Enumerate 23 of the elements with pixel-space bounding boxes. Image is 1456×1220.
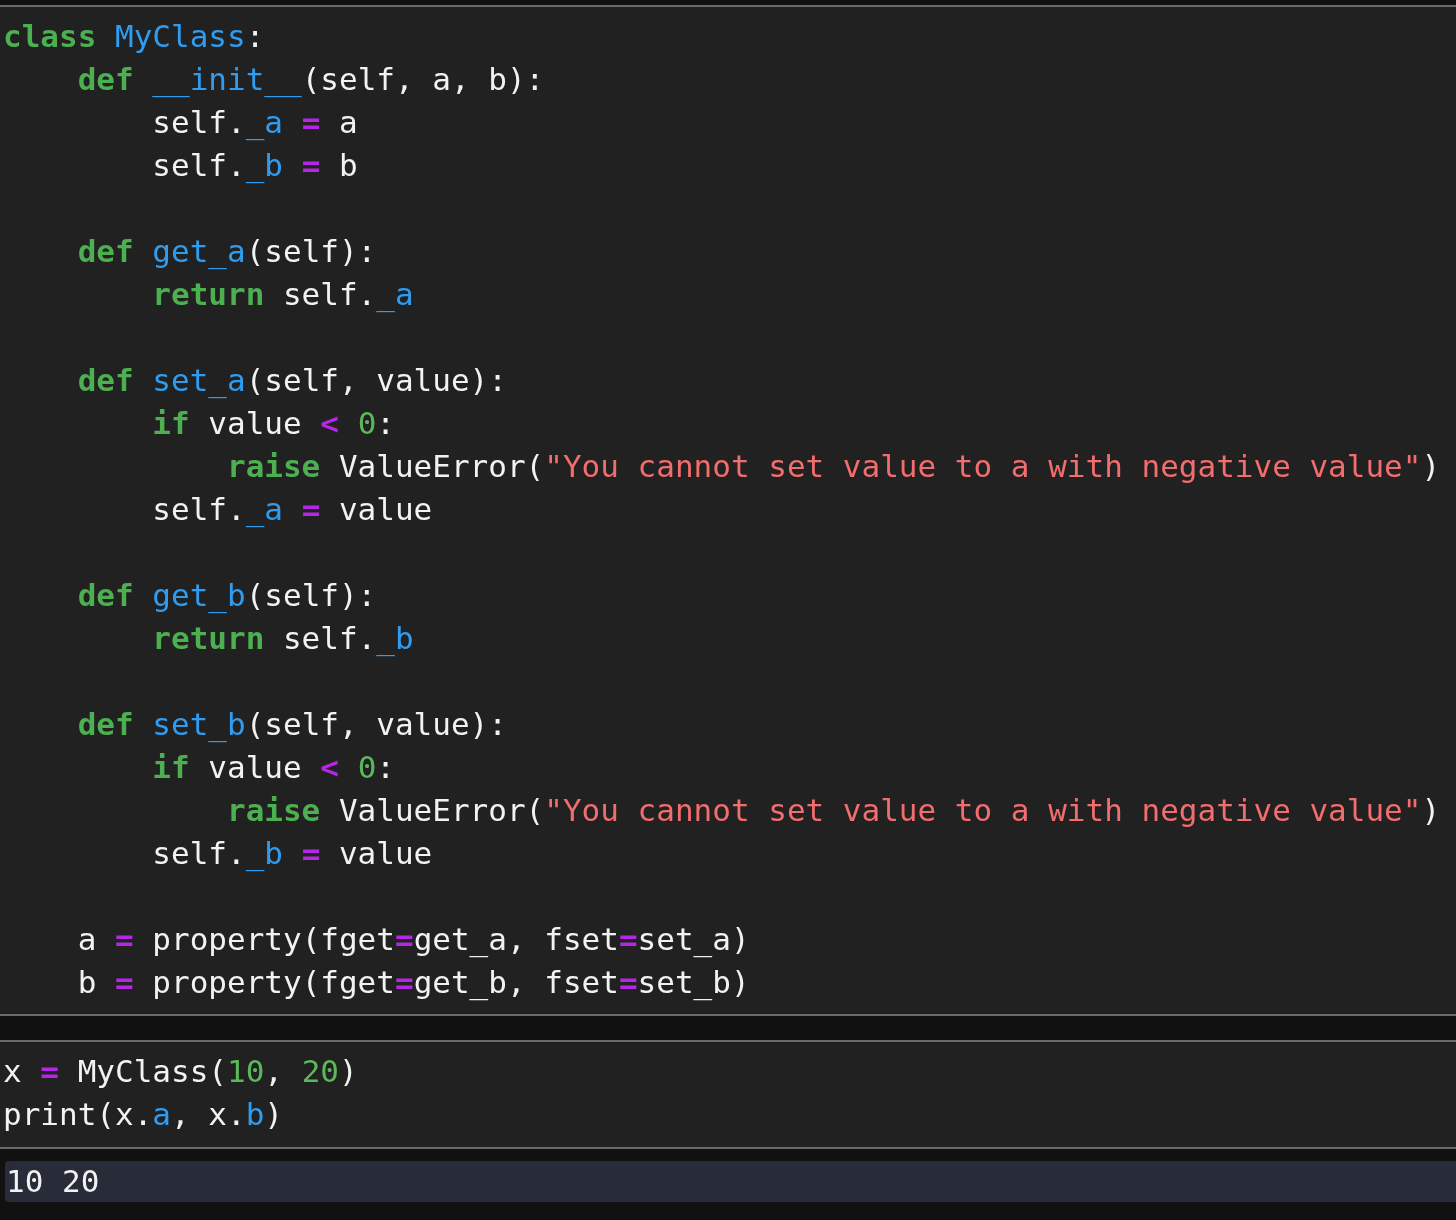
code-line: return self._a — [151, 275, 414, 315]
code-line: x = MyClass(10, 20) — [2, 1052, 358, 1091]
cell-output: 10 20 — [5, 1161, 1456, 1202]
code-cell[interactable]: x = MyClass(10, 20) print(x.a, x.b) — [0, 1040, 1456, 1149]
code-line: b = property(fget=get_b, fset=set_b) — [76, 963, 750, 1003]
code-line: def get_a(self): — [76, 232, 377, 272]
code-line: raise ValueError("You cannot set value to a with negative value") — [225, 447, 1441, 486]
code-line: if value < 0: — [151, 404, 395, 443]
code-line: def set_b(self, value): — [76, 705, 507, 745]
code-line: a = property(fget=get_a, fset=set_a) — [76, 920, 750, 960]
code-line: self._a = value — [151, 490, 433, 530]
code-line: self._b = value — [151, 834, 433, 874]
code-line: self._a = a — [151, 103, 358, 143]
code-line: raise ValueError("You cannot set value to a with negative value") — [225, 791, 1441, 830]
code-line: def get_b(self): — [76, 576, 377, 616]
code-line: print(x.a, x.b) — [2, 1095, 283, 1134]
code-cell[interactable] — [0, 5, 1456, 1016]
code-line: def __init__(self, a, b): — [76, 60, 545, 100]
code-line: class MyClass: — [2, 17, 265, 56]
code-line: self._b = b — [151, 146, 358, 186]
code-line: return self._b — [151, 619, 414, 659]
code-line: if value < 0: — [151, 748, 395, 787]
code-line: def set_a(self, value): — [76, 361, 507, 401]
